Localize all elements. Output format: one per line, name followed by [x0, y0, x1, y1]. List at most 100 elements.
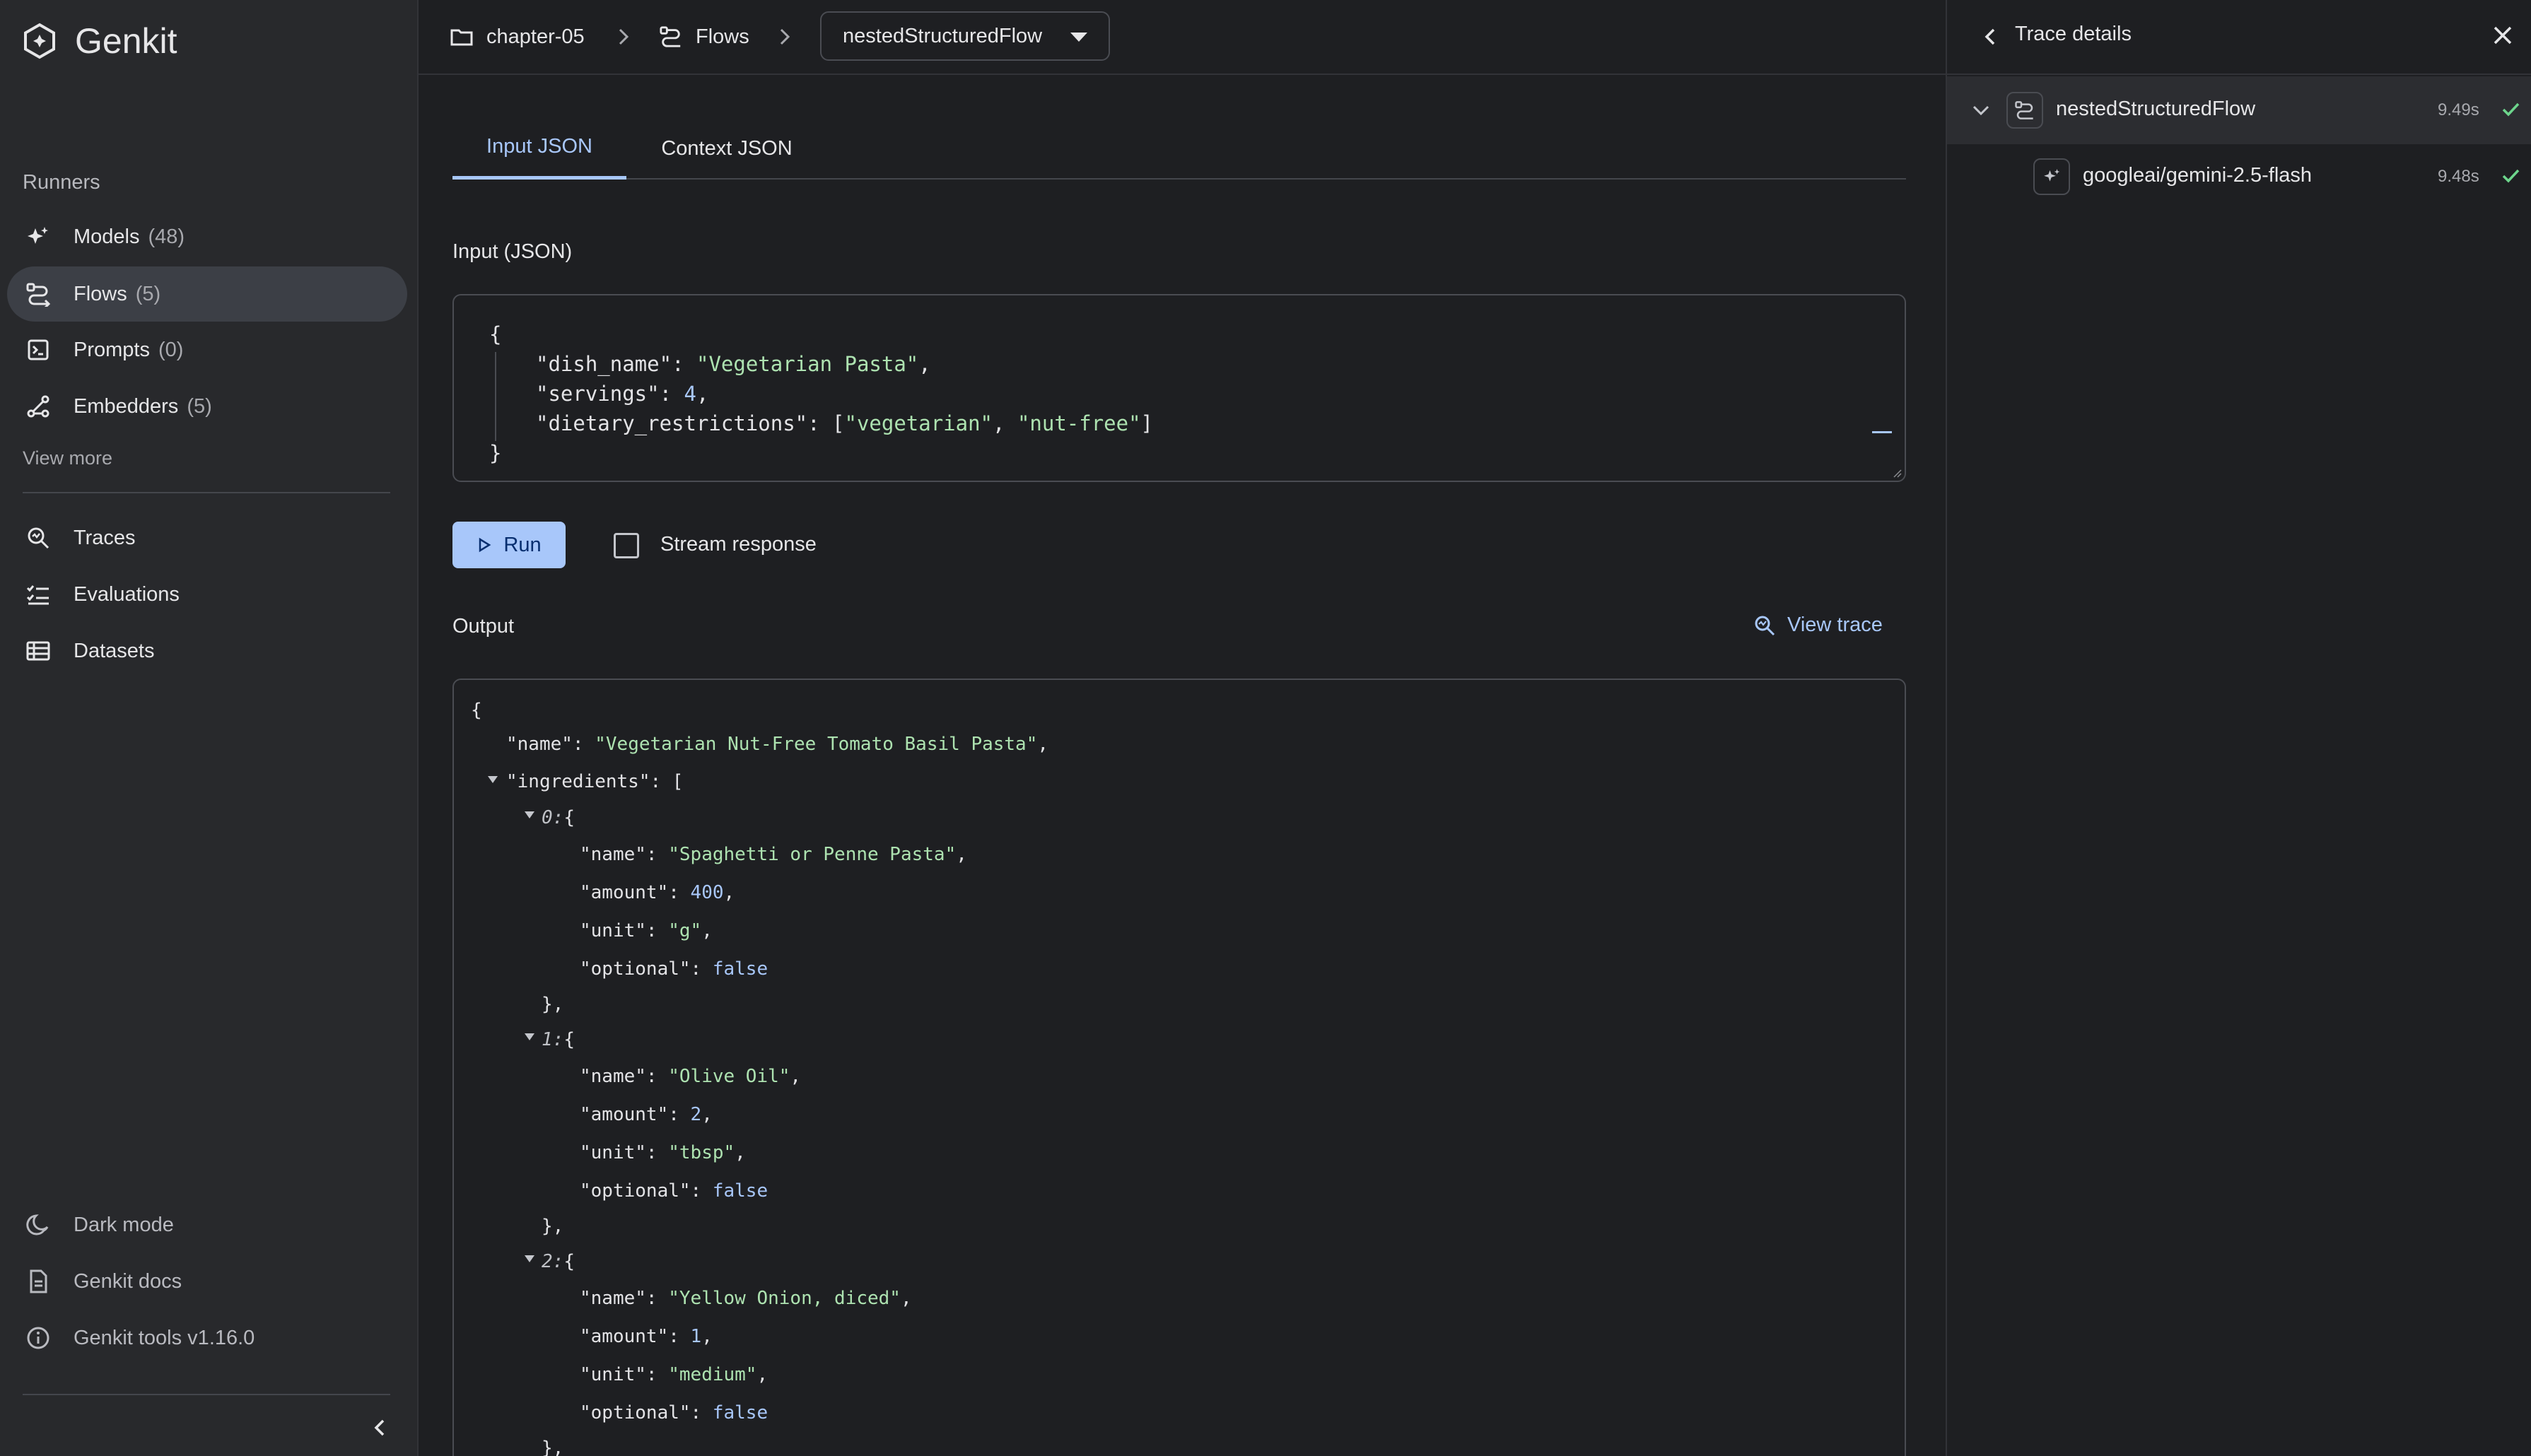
ingredient-name-line: "name": "Yellow Onion, diced", [580, 1288, 912, 1309]
array-index-line: 1:{ [542, 1029, 575, 1050]
run-button[interactable]: Run [452, 522, 566, 568]
json-brace: }, [542, 1438, 564, 1456]
span-duration: 9.49s [2438, 100, 2479, 119]
editor-scroll-indicator [1872, 431, 1892, 433]
flow-icon [2006, 92, 2043, 129]
folder-icon [450, 29, 473, 46]
output-viewer: { "name": "Vegetarian Nut-Free Tomato Ba… [452, 679, 1906, 1456]
breadcrumb-flows[interactable]: Flows [659, 20, 749, 54]
tab-input-json[interactable]: Input JSON [452, 117, 626, 180]
chevron-right-icon [619, 28, 629, 45]
json-brace: { [471, 700, 482, 721]
collapse-toggle-icon[interactable] [525, 811, 534, 818]
sidebar-item-flows[interactable]: Flows (5) [7, 266, 407, 322]
sidebar-item-count: (48) [148, 225, 185, 248]
ingredient-name-line: "name": "Olive Oil", [580, 1066, 802, 1087]
sidebar-item-count: (0) [158, 338, 184, 361]
json-brace: }, [542, 1216, 564, 1237]
sparkle-icon [24, 223, 52, 251]
caret-down-icon [1070, 33, 1087, 42]
json-key: "ingredients" [506, 771, 650, 792]
view-trace-button[interactable]: View trace [1753, 613, 1883, 637]
ingredient-unit-line: "unit": "g", [580, 920, 713, 941]
breadcrumb-project-label: chapter-05 [486, 25, 585, 48]
sidebar-item-embedders[interactable]: Embedders (5) [7, 379, 407, 434]
ingredient-name-line: "name": "Spaghetti or Penne Pasta", [580, 844, 967, 865]
json-input-editor[interactable]: { "dish_name": "Vegetarian Pasta", "serv… [452, 294, 1906, 482]
collapse-toggle-icon[interactable] [525, 1033, 534, 1040]
json-number: 2 [690, 1104, 702, 1125]
collapse-toggle-icon[interactable] [525, 1255, 534, 1262]
sidebar-item-count: (5) [135, 282, 161, 305]
sidebar-item-datasets[interactable]: Datasets [7, 623, 407, 679]
json-string: "g" [668, 920, 702, 941]
stream-response-label: Stream response [660, 533, 817, 556]
flow-selector[interactable]: nestedStructuredFlow [820, 11, 1110, 61]
sidebar-footer-divider [23, 1394, 390, 1395]
sparkle-icon [2033, 158, 2070, 195]
breadcrumb-project[interactable]: chapter-05 [450, 20, 585, 54]
trace-span-row[interactable]: googleai/gemini-2.5-flash 9.48s [1947, 144, 2531, 212]
table-icon [24, 637, 52, 665]
chevron-left-icon[interactable] [1978, 24, 2004, 49]
chevron-down-icon[interactable] [1968, 98, 1994, 123]
chevron-left-icon [374, 1419, 385, 1436]
json-brace: } [489, 441, 502, 465]
run-button-label: Run [503, 533, 542, 556]
output-name-line: "name": "Vegetarian Nut-Free Tomato Basi… [506, 734, 1049, 755]
view-more-link[interactable]: View more [23, 447, 112, 469]
sidebar-item-prompts[interactable]: Prompts (0) [7, 322, 407, 377]
json-string: "tbsp" [668, 1142, 735, 1163]
sidebar-item-label: Datasets [74, 639, 155, 662]
tab-context-json[interactable]: Context JSON [626, 117, 827, 180]
span-name: googleai/gemini-2.5-flash [2083, 164, 2313, 187]
dark-mode-toggle[interactable]: Dark mode [7, 1197, 407, 1252]
ingredient-optional-line: "optional": false [580, 1180, 768, 1202]
play-icon [479, 537, 491, 553]
embedder-icon [24, 392, 52, 421]
collapse-toggle-icon[interactable] [488, 776, 498, 783]
json-number: 400 [690, 882, 724, 903]
sidebar-item-label: Traces [74, 526, 136, 549]
json-boolean: false [712, 1402, 768, 1423]
trace-panel-header: Trace details [1947, 0, 2531, 75]
json-string: "medium" [668, 1364, 757, 1385]
view-trace-label: View trace [1787, 613, 1883, 636]
input-tabs: Input JSON Context JSON [452, 117, 1906, 180]
json-number: 1 [690, 1326, 702, 1347]
ingredient-amount-line: "amount": 400, [580, 882, 735, 903]
sidebar-item-count: (5) [187, 394, 212, 418]
genkit-docs-link[interactable]: Genkit docs [7, 1254, 407, 1309]
doc-icon [24, 1267, 52, 1296]
collapse-sidebar-button[interactable] [368, 1415, 393, 1440]
json-string: "nut-free" [1017, 411, 1141, 435]
flow-icon [660, 26, 681, 47]
runners-heading: Runners [23, 171, 100, 194]
json-string: "Vegetarian Nut-Free Tomato Basil Pasta" [595, 734, 1038, 755]
genkit-logo[interactable]: Genkit [21, 20, 177, 62]
json-string: "Olive Oil" [668, 1066, 790, 1087]
sidebar-item-evaluations[interactable]: Evaluations [7, 567, 407, 622]
stream-response-checkbox[interactable] [614, 533, 639, 558]
span-duration: 9.48s [2438, 167, 2479, 186]
resize-handle-icon[interactable] [1890, 466, 1902, 478]
json-string: "Spaghetti or Penne Pasta" [668, 844, 957, 865]
json-key: "servings" [536, 382, 660, 406]
array-index-line: 0:{ [542, 807, 575, 828]
input-json-code: { "dish_name": "Vegetarian Pasta", "serv… [489, 322, 1154, 465]
sidebar-item-label: Evaluations [74, 582, 180, 606]
json-string: "Yellow Onion, diced" [668, 1288, 901, 1309]
ingredient-optional-line: "optional": false [580, 1402, 768, 1423]
sidebar-divider [23, 492, 390, 493]
sidebar-item-traces[interactable]: Traces [7, 510, 407, 565]
sidebar-item-models[interactable]: Models (48) [7, 209, 407, 264]
span-name: nestedStructuredFlow [2056, 98, 2256, 120]
check-icon [2502, 169, 2520, 183]
genkit-tools-version[interactable]: Genkit tools v1.16.0 [7, 1310, 407, 1366]
breadcrumb: chapter-05 Flows nestedStructuredFlow [419, 0, 1946, 75]
close-icon[interactable] [2489, 21, 2517, 49]
sidebar-item-label: Flows [74, 282, 127, 305]
info-icon [24, 1324, 52, 1352]
trace-span-row[interactable]: nestedStructuredFlow 9.49s [1947, 76, 2531, 144]
chevron-right-icon [780, 28, 790, 45]
